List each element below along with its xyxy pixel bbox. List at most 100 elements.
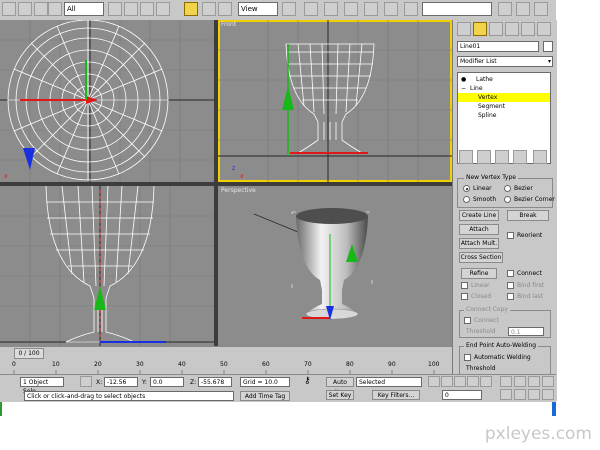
connect-copy-checkbox[interactable] [464, 317, 471, 324]
named-selection-select[interactable] [422, 2, 492, 16]
stack-item-vertex[interactable]: Vertex [458, 93, 550, 102]
set-key-button[interactable]: Set Key [326, 390, 354, 400]
align-icon[interactable] [516, 2, 530, 16]
arc-rotate-icon[interactable] [528, 389, 540, 400]
configure-sets-icon[interactable] [533, 150, 547, 164]
select-manipulate-icon[interactable] [304, 2, 318, 16]
scale-icon[interactable] [218, 2, 232, 16]
stack-item-line[interactable]: − Line [458, 84, 550, 93]
zoom-icon[interactable] [500, 376, 512, 387]
bezier-radio[interactable] [504, 185, 511, 192]
next-frame-icon[interactable] [467, 376, 479, 387]
tick-label: 10 [52, 361, 60, 368]
undo-icon[interactable] [2, 2, 16, 16]
stack-item-lathe[interactable]: ● Lathe [458, 75, 550, 84]
perspective-viewport[interactable]: Perspective [218, 186, 452, 346]
stack-item-label: Line [470, 85, 483, 92]
key-mode-select[interactable]: Selected [356, 377, 422, 387]
go-to-start-icon[interactable] [428, 376, 440, 387]
mirror-icon[interactable] [498, 2, 512, 16]
select-by-name-icon[interactable] [124, 2, 138, 16]
cross-section-button[interactable]: Cross Section [459, 252, 503, 263]
zoom-all-icon[interactable] [514, 376, 526, 387]
rect-selection-icon[interactable] [140, 2, 154, 16]
create-tab-icon[interactable] [457, 22, 471, 36]
pin-stack-icon[interactable] [459, 150, 473, 164]
unlink-icon[interactable] [48, 2, 62, 16]
field-of-view-icon[interactable] [500, 389, 512, 400]
hierarchy-tab-icon[interactable] [489, 22, 503, 36]
linear-radio[interactable] [463, 185, 470, 192]
make-unique-icon[interactable] [495, 150, 509, 164]
front-viewport[interactable]: z x Front [218, 20, 452, 182]
threshold-field[interactable]: 0.1 [508, 327, 544, 336]
current-frame-field[interactable]: 0 [442, 390, 482, 400]
add-time-tag-button[interactable]: Add Time Tag [240, 391, 290, 401]
angle-snap-icon[interactable] [344, 2, 358, 16]
window-crossing-icon[interactable] [156, 2, 170, 16]
x-coordinate-field[interactable]: -12.56 [104, 377, 138, 387]
refine-button[interactable]: Refine [461, 268, 497, 279]
snap-icon[interactable] [324, 2, 338, 16]
pan-icon[interactable] [514, 389, 526, 400]
remove-modifier-icon[interactable] [513, 150, 527, 164]
select-arrow-icon[interactable] [108, 2, 122, 16]
link-icon[interactable] [34, 2, 48, 16]
redo-icon[interactable] [18, 2, 32, 16]
top-viewport[interactable]: x [0, 20, 214, 182]
lock-selection-icon[interactable] [80, 376, 92, 387]
percent-snap-icon[interactable] [364, 2, 378, 16]
selection-filter-select[interactable]: All [64, 2, 104, 16]
zoom-extents-icon[interactable] [528, 376, 540, 387]
bind-first-checkbox[interactable] [507, 282, 514, 289]
play-icon[interactable] [454, 376, 466, 387]
smooth-radio[interactable] [463, 196, 470, 203]
current-frame-label: 0 / 100 [18, 350, 40, 357]
rotate-icon[interactable] [202, 2, 216, 16]
modify-tab-icon[interactable] [473, 22, 487, 36]
edit-named-selection-icon[interactable] [404, 2, 418, 16]
display-tab-icon[interactable] [521, 22, 535, 36]
reference-coord-select[interactable]: View [238, 2, 278, 16]
motion-tab-icon[interactable] [505, 22, 519, 36]
z-coordinate-field[interactable]: -55.678 [198, 377, 232, 387]
modifier-list-dropdown[interactable]: Modifier List ▾ [457, 56, 553, 67]
key-filters-button[interactable]: Key Filters... [372, 390, 420, 400]
utilities-tab-icon[interactable] [537, 22, 551, 36]
move-icon[interactable] [184, 2, 198, 16]
stack-item-segment[interactable]: Segment [458, 102, 550, 111]
y-coordinate-field[interactable]: 0.0 [150, 377, 184, 387]
spinner-snap-icon[interactable] [384, 2, 398, 16]
watermark: pxleyes.com [484, 424, 592, 444]
zoom-extents-all-icon[interactable] [542, 376, 554, 387]
left-viewport[interactable] [0, 186, 214, 346]
previous-frame-icon[interactable] [441, 376, 453, 387]
stack-item-spline[interactable]: Spline [458, 111, 550, 120]
object-color-swatch[interactable] [543, 41, 553, 52]
create-line-button[interactable]: Create Line [459, 210, 499, 221]
time-slider-thumb[interactable]: 0 / 100 [14, 348, 44, 359]
connect-checkbox[interactable] [507, 270, 514, 277]
left-viewport-canvas [0, 186, 214, 346]
z-label: Z: [190, 379, 197, 386]
stack-item-label: Spline [478, 112, 497, 119]
go-to-end-icon[interactable] [480, 376, 492, 387]
maximize-viewport-icon[interactable] [542, 389, 554, 400]
break-button[interactable]: Break [507, 210, 549, 221]
track-bar[interactable]: 0 10 20 30 40 50 60 70 80 90 100 [0, 360, 452, 374]
attach-mult-button[interactable]: Attach Mult. [459, 238, 499, 249]
end-point-welding-group: End Point Auto-Welding Automatic Welding… [459, 342, 551, 376]
auto-key-button[interactable]: Auto Key [326, 377, 354, 396]
auto-welding-checkbox[interactable] [464, 354, 471, 361]
show-end-result-icon[interactable] [477, 150, 491, 164]
object-name-field[interactable]: Line01 [457, 41, 539, 52]
pivot-icon[interactable] [282, 2, 296, 16]
linear-checkbox[interactable] [461, 282, 468, 289]
time-slider-track[interactable]: 0 / 100 [0, 346, 452, 361]
bind-last-checkbox[interactable] [507, 293, 514, 300]
closed-checkbox[interactable] [461, 293, 468, 300]
layer-manager-icon[interactable] [534, 2, 548, 16]
bezier-corner-radio[interactable] [504, 196, 511, 203]
reorient-checkbox[interactable] [507, 232, 514, 239]
attach-button[interactable]: Attach [459, 224, 499, 235]
